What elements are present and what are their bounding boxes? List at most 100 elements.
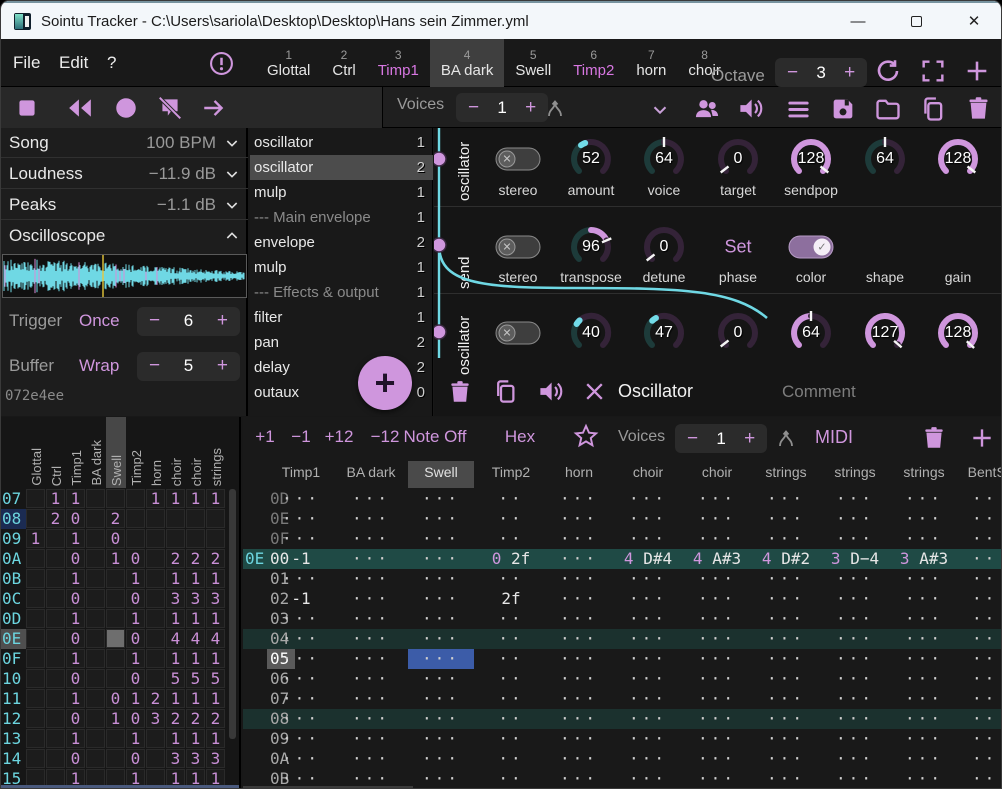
pattern-cell[interactable]: ··· bbox=[282, 489, 320, 509]
pattern-cell[interactable]: ··· bbox=[422, 609, 460, 629]
pattern-cell[interactable]: ··· bbox=[560, 649, 598, 669]
menu-icon[interactable] bbox=[785, 96, 812, 123]
add-unit-button[interactable]: + bbox=[358, 356, 412, 410]
pattern-button-+12[interactable]: +12 bbox=[325, 427, 354, 447]
chevron-down-icon[interactable] bbox=[224, 135, 240, 151]
order-cell[interactable]: 0 bbox=[126, 629, 145, 648]
pattern-cell[interactable]: ··· bbox=[422, 629, 460, 649]
order-cell[interactable]: 1 bbox=[66, 609, 85, 628]
order-cell[interactable] bbox=[186, 529, 205, 548]
order-cell[interactable]: 5 bbox=[186, 669, 205, 688]
order-cell[interactable]: 2 bbox=[206, 549, 225, 568]
track-tab-timp1[interactable]: 3Timp1 bbox=[367, 39, 430, 87]
order-row-number[interactable]: 13 bbox=[1, 729, 26, 749]
pattern-cell[interactable]: ··· bbox=[352, 689, 390, 709]
order-cell[interactable]: 1 bbox=[186, 729, 205, 748]
unit-comment-field[interactable]: Comment bbox=[782, 382, 856, 402]
order-cell[interactable] bbox=[146, 589, 165, 608]
order-cell[interactable] bbox=[46, 709, 65, 728]
order-column-header-swell[interactable]: Swell bbox=[106, 417, 126, 488]
voices-minus-button[interactable]: − bbox=[456, 97, 491, 119]
order-cell[interactable]: 1 bbox=[166, 689, 185, 708]
sendpop-toggle[interactable]: ✓ bbox=[789, 236, 834, 259]
pattern-cell[interactable]: ··· bbox=[422, 749, 460, 769]
order-table-scrollbar[interactable] bbox=[1, 785, 239, 789]
pattern-cell[interactable]: ·· bbox=[498, 609, 523, 629]
order-cell[interactable] bbox=[106, 569, 125, 588]
pattern-cell[interactable]: ··· bbox=[836, 709, 874, 729]
shape-knob[interactable]: 127 bbox=[861, 309, 909, 357]
pattern-cell[interactable]: ··· bbox=[905, 629, 943, 649]
pattern-cell[interactable]: ··· bbox=[629, 689, 667, 709]
order-cell[interactable]: 1 bbox=[166, 569, 185, 588]
order-cell[interactable]: 0 bbox=[66, 549, 85, 568]
loop-icon[interactable] bbox=[873, 56, 903, 86]
menu-edit[interactable]: Edit bbox=[59, 53, 88, 73]
pattern-cell[interactable]: 0 2f bbox=[492, 549, 531, 569]
order-cell[interactable] bbox=[26, 549, 45, 568]
pattern-cell[interactable]: ··· bbox=[282, 569, 320, 589]
pattern-cell[interactable]: -1 bbox=[291, 549, 310, 569]
unit-list-item-5[interactable]: mulp1 bbox=[250, 255, 433, 280]
order-cell[interactable]: 1 bbox=[66, 649, 85, 668]
pattern-cell[interactable]: ··· bbox=[767, 589, 805, 609]
order-column-header-horn[interactable]: horn bbox=[146, 417, 166, 488]
voices-plus-button[interactable]: + bbox=[513, 97, 548, 119]
pattern-button-−12[interactable]: −12 bbox=[371, 427, 400, 447]
unit-list-item-3[interactable]: --- Main envelope1 bbox=[250, 205, 433, 230]
pattern-cell[interactable]: ··· bbox=[560, 629, 598, 649]
track-tab-ctrl[interactable]: 2Ctrl bbox=[321, 39, 366, 87]
pattern-cell[interactable]: ··· bbox=[560, 769, 598, 789]
pattern-cell[interactable]: ··· bbox=[905, 769, 943, 789]
pattern-track-header-0[interactable]: Timp1 bbox=[282, 464, 320, 480]
note-track-off-icon[interactable] bbox=[157, 95, 183, 121]
pattern-cell[interactable]: ··· bbox=[352, 609, 390, 629]
maximize-button[interactable] bbox=[887, 3, 945, 39]
order-cell[interactable] bbox=[146, 669, 165, 688]
pattern-cell[interactable]: ··· bbox=[560, 489, 598, 509]
pattern-cell[interactable]: ··· bbox=[422, 709, 460, 729]
order-cell[interactable]: 0 bbox=[126, 749, 145, 768]
rewind-icon[interactable] bbox=[67, 95, 93, 121]
order-cell[interactable]: 1 bbox=[166, 729, 185, 748]
pattern-cell[interactable]: ··· bbox=[698, 669, 736, 689]
buffer-plus-button[interactable]: + bbox=[205, 355, 240, 377]
pattern-cell[interactable]: ·· bbox=[498, 709, 523, 729]
order-cell[interactable] bbox=[26, 649, 45, 668]
order-cell[interactable] bbox=[126, 529, 145, 548]
chevron-down-icon[interactable] bbox=[649, 99, 671, 121]
order-cell[interactable] bbox=[206, 509, 225, 528]
order-cell[interactable] bbox=[86, 689, 105, 708]
pattern-track-header-10[interactable]: BentStr bbox=[968, 464, 1002, 480]
menu-file[interactable]: File bbox=[13, 53, 40, 73]
pattern-cell[interactable]: ··· bbox=[836, 589, 874, 609]
order-cell[interactable]: 1 bbox=[66, 489, 85, 508]
pattern-cell[interactable]: ··· bbox=[905, 569, 943, 589]
order-cell[interactable] bbox=[106, 629, 125, 648]
order-cell[interactable]: 3 bbox=[186, 589, 205, 608]
track-tab-horn[interactable]: 7horn bbox=[625, 39, 677, 87]
order-row-number[interactable]: 0E bbox=[1, 629, 26, 649]
order-cell[interactable] bbox=[126, 489, 145, 508]
pattern-cell[interactable]: ··· bbox=[767, 749, 805, 769]
pattern-cell[interactable]: ··· bbox=[560, 509, 598, 529]
order-cell[interactable] bbox=[46, 689, 65, 708]
pattern-cell[interactable]: ··· bbox=[422, 569, 460, 589]
pattern-cell[interactable]: ··· bbox=[972, 709, 1002, 729]
clear-unit-icon[interactable] bbox=[582, 379, 607, 404]
pattern-cell[interactable]: ··· bbox=[767, 729, 805, 749]
order-cell[interactable]: 2 bbox=[146, 689, 165, 708]
order-cell[interactable]: 1 bbox=[126, 729, 145, 748]
chevron-up-icon[interactable] bbox=[224, 228, 240, 244]
pattern-cell[interactable]: ··· bbox=[282, 709, 320, 729]
pattern-track-header-5[interactable]: choir bbox=[633, 464, 663, 480]
order-cell[interactable] bbox=[86, 669, 105, 688]
pattern-cell[interactable]: ··· bbox=[972, 549, 1002, 569]
pattern-cell[interactable]: ··· bbox=[698, 689, 736, 709]
order-cell[interactable]: 1 bbox=[206, 489, 225, 508]
pattern-cell[interactable]: ··· bbox=[698, 769, 736, 789]
pattern-cell[interactable]: ··· bbox=[629, 569, 667, 589]
order-cell[interactable] bbox=[26, 569, 45, 588]
pattern-cell[interactable]: ··· bbox=[836, 669, 874, 689]
pattern-cell[interactable]: ·· bbox=[498, 649, 523, 669]
